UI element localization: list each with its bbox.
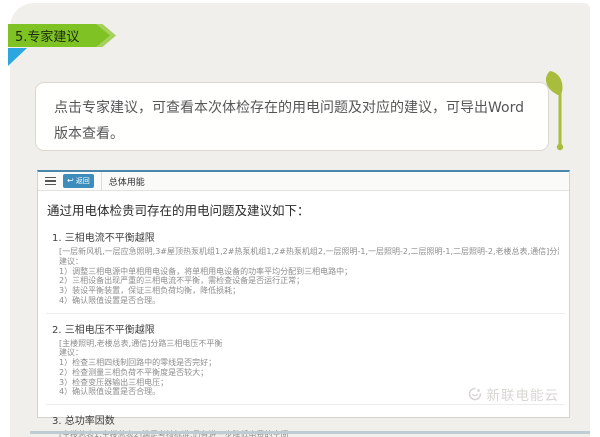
back-arrow-icon: ↩ <box>67 177 74 185</box>
issue-detail: 1）检查三相四线制回路中的零线是否完好； <box>52 358 559 368</box>
issue-title: 3. 总功率因数 <box>52 412 559 427</box>
report-heading: 通过用电体检贵司存在的用电问题及建议如下： <box>47 200 561 219</box>
issue-detail: [一层新风机,一层应急照明,3#屋顶热泵机组1,2#热泵机组1,2#热泵机组2,… <box>52 247 559 257</box>
issue-detail: 建议： <box>52 348 559 358</box>
issue-detail: 建议： <box>52 257 559 267</box>
section-divider <box>46 313 565 314</box>
issue-detail: 1）调整三相电源中单相用电设备，将单相用电设备的功率平均分配到三相电路中； <box>52 267 559 277</box>
brand-watermark-text: 新联电能云 <box>487 384 560 404</box>
hamburger-menu-icon[interactable] <box>45 177 56 186</box>
issue-detail: 2）三相设备出现严重的三相电流不平衡，需检查设备是否运行正常； <box>52 276 559 286</box>
brand-watermark: 新联电能云 <box>467 384 560 404</box>
issue-title: 1. 三相电流不平衡越限 <box>52 229 559 244</box>
leaf-sprout-icon <box>536 69 568 153</box>
screenshot-toolbar: ↩ 返回 总体用能 <box>38 172 569 191</box>
issue-section-1: 1. 三相电流不平衡越限 [一层新风机,一层应急照明,3#屋顶热泵机组1,2#热… <box>38 224 569 309</box>
issue-detail: 2）检查测量三相负荷不平衡度是否较大； <box>52 368 559 378</box>
issue-detail: 3）装设平衡装置，保证三相负荷均衡，降低损耗； <box>52 286 559 296</box>
next-block-divider <box>30 431 590 434</box>
section-badge-label: 5.专家建议 <box>15 26 79 45</box>
section-divider <box>46 404 565 405</box>
issue-detail: [主楼照明,老楼总表,通信]分路三相电压不平衡 <box>52 339 559 349</box>
issue-title: 2. 三相电压不平衡越限 <box>52 321 559 336</box>
tutorial-page: 5.专家建议 点击专家建议，可查看本次体检存在的用电问题及对应的建议，可导出Wo… <box>0 0 600 437</box>
app-screenshot: ↩ 返回 总体用能 通过用电体检贵司存在的用电问题及建议如下： 1. 三相电流不… <box>37 170 570 418</box>
section-badge: 5.专家建议 <box>8 24 110 47</box>
back-button-label: 返回 <box>76 176 90 186</box>
xinlian-cloud-logo-icon <box>467 386 483 402</box>
tab-overall-energy[interactable]: 总体用能 <box>101 172 145 190</box>
issue-detail: 4）确认限值设置是否合理。 <box>52 296 559 306</box>
tab-label: 总体用能 <box>109 175 145 188</box>
back-button[interactable]: ↩ 返回 <box>63 174 94 188</box>
callout-text: 点击专家建议，可查看本次体检存在的用电问题及对应的建议，可导出Word版本查看。 <box>54 100 524 142</box>
callout-bubble: 点击专家建议，可查看本次体检存在的用电问题及对应的建议，可导出Word版本查看。 <box>35 82 549 151</box>
